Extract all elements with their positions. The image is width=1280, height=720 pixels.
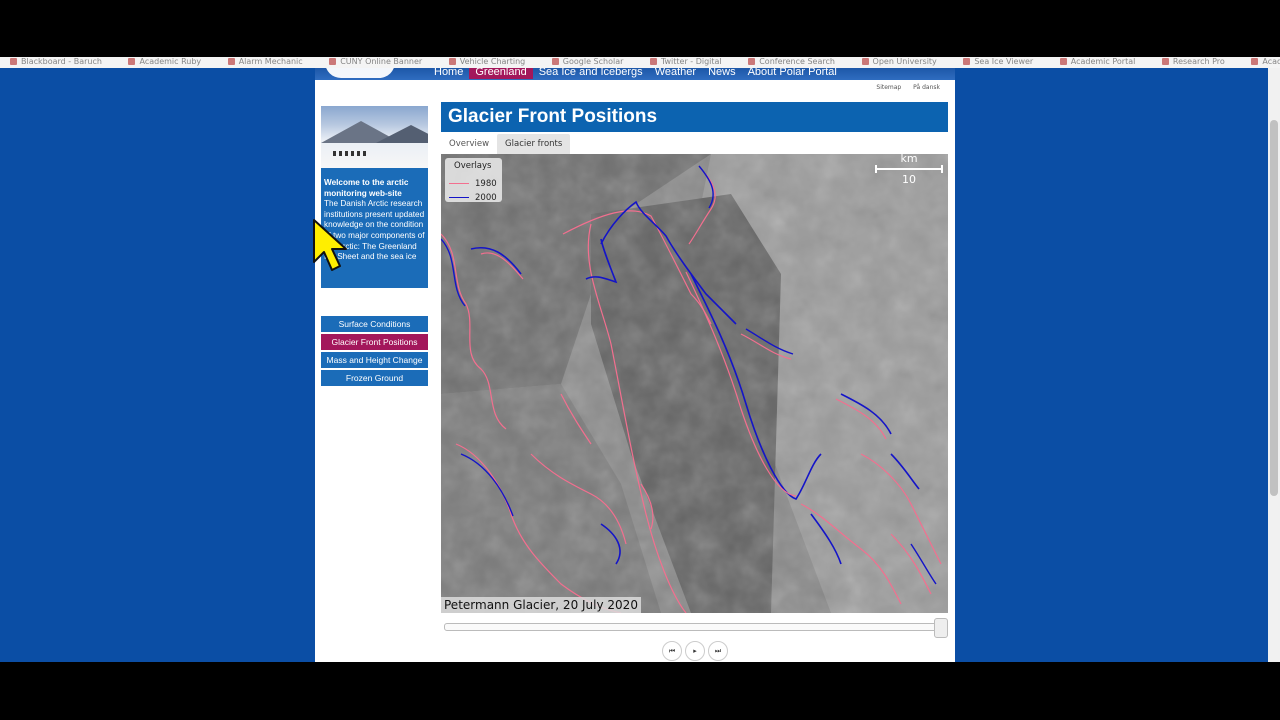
- map-caption: Petermann Glacier, 20 July 2020: [441, 597, 641, 613]
- bookmarks-bar: Blackboard - Baruch Academic Ruby Alarm …: [0, 57, 1280, 68]
- satellite-map[interactable]: Overlays 1980 2000 km 10 Petermann Glaci…: [441, 154, 948, 613]
- tab-overview[interactable]: Overview: [441, 134, 497, 154]
- time-slider-track[interactable]: [444, 623, 941, 631]
- sidebar-item-surface-conditions[interactable]: Surface Conditions: [321, 316, 428, 332]
- page-title: Glacier Front Positions: [441, 102, 948, 132]
- overlay-legend: Overlays 1980 2000: [445, 158, 502, 204]
- legend-title: Overlays: [454, 161, 492, 171]
- legend-swatch-1980: [449, 182, 469, 185]
- sitemap-link[interactable]: Sitemap: [876, 84, 901, 91]
- nav-greenland[interactable]: Greenland: [469, 68, 533, 79]
- page-container: Home Greenland Sea Ice and Icebergs Weat…: [315, 68, 955, 662]
- bookmark-item[interactable]: Twitter - Digital: [650, 57, 722, 67]
- utility-links: Sitemap På dansk: [866, 84, 940, 91]
- bookmark-item[interactable]: CUNY Online Banner: [329, 57, 422, 67]
- sidebar-item-mass-height-change[interactable]: Mass and Height Change: [321, 352, 428, 368]
- bookmark-item[interactable]: Blackboard - Baruch: [10, 57, 102, 67]
- previous-icon[interactable]: ⏮: [662, 641, 682, 661]
- bookmark-item[interactable]: Alarm Mechanic: [228, 57, 303, 67]
- nav-about[interactable]: About Polar Portal: [742, 68, 843, 79]
- legend-item-2000: 2000: [449, 192, 497, 204]
- play-icon[interactable]: ▸: [685, 641, 705, 661]
- legend-label: 1980: [475, 179, 497, 189]
- sidebar-item-glacier-front-positions[interactable]: Glacier Front Positions: [321, 334, 428, 350]
- scale-bar: km 10: [874, 154, 944, 186]
- page-scrollbar[interactable]: [1268, 68, 1280, 662]
- bookmark-item[interactable]: Academic Portal: [1060, 57, 1136, 67]
- nav-weather[interactable]: Weather: [649, 68, 702, 79]
- sidebar-item-frozen-ground[interactable]: Frozen Ground: [321, 370, 428, 386]
- scale-line: [875, 165, 943, 173]
- bookmark-item[interactable]: Research Pro: [1162, 57, 1225, 67]
- tab-glacier-fronts[interactable]: Glacier fronts: [497, 134, 571, 154]
- polar-portal-logo[interactable]: [325, 68, 395, 78]
- bookmark-item[interactable]: Conference Search: [748, 57, 835, 67]
- nav-news[interactable]: News: [702, 68, 742, 79]
- language-link[interactable]: På dansk: [913, 84, 940, 91]
- scrollbar-thumb[interactable]: [1270, 120, 1278, 496]
- mouse-cursor-icon: [313, 219, 347, 271]
- time-slider-handle[interactable]: [934, 618, 948, 638]
- nav-home[interactable]: Home: [428, 68, 469, 79]
- sidebar-photo-dogsled: [321, 106, 428, 168]
- top-navigation: Home Greenland Sea Ice and Icebergs Weat…: [315, 68, 955, 80]
- scale-value: 10: [902, 173, 916, 186]
- video-top-letterbox: [0, 0, 1280, 57]
- bookmark-item[interactable]: Sea Ice Viewer: [963, 57, 1033, 67]
- scale-unit: km: [900, 154, 918, 165]
- bookmark-item[interactable]: Academic Ruby: [1251, 57, 1280, 67]
- bookmark-item[interactable]: Google Scholar: [552, 57, 624, 67]
- legend-label: 2000: [475, 193, 497, 203]
- video-bottom-letterbox: [0, 662, 1280, 720]
- welcome-title: Welcome to the arctic monitoring web-sit…: [324, 178, 409, 198]
- nav-sea-ice[interactable]: Sea Ice and Icebergs: [533, 68, 649, 79]
- bookmark-item[interactable]: Academic Ruby: [128, 57, 201, 67]
- player-controls: ⏮ ▸ ⏭: [662, 641, 728, 661]
- bookmark-item[interactable]: Vehicle Charting: [449, 57, 526, 67]
- sidebar-menu: Surface Conditions Glacier Front Positio…: [321, 316, 428, 388]
- legend-swatch-2000: [449, 196, 469, 199]
- next-icon[interactable]: ⏭: [708, 641, 728, 661]
- map-canvas: [441, 154, 948, 613]
- browser-viewport: Home Greenland Sea Ice and Icebergs Weat…: [0, 68, 1268, 662]
- bookmark-item[interactable]: Open University: [862, 57, 937, 67]
- legend-item-1980: 1980: [449, 178, 497, 190]
- tab-bar: Overview Glacier fronts: [441, 134, 571, 154]
